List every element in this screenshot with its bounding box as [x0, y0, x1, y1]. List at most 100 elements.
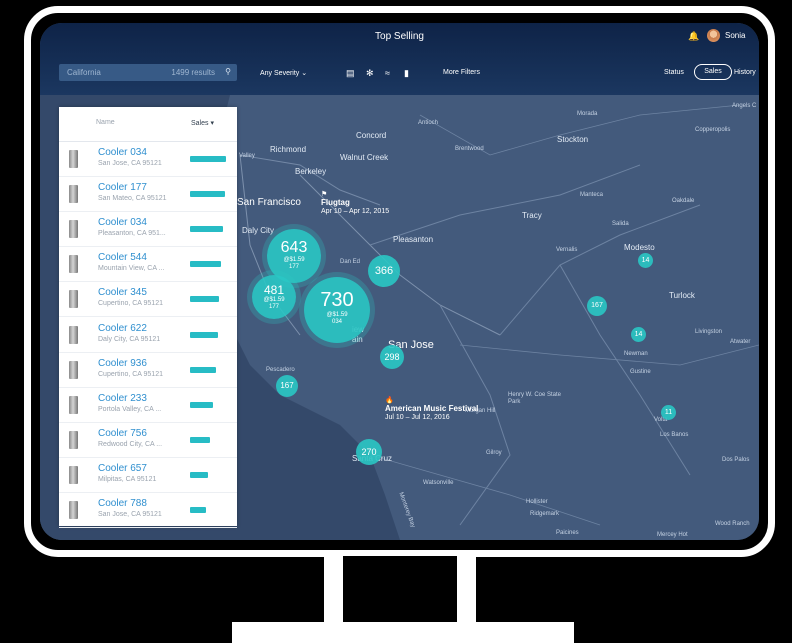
product-address: San Jose, CA 95121: [98, 160, 162, 167]
fan-icon[interactable]: ✻: [366, 68, 374, 79]
tab-history[interactable]: History: [734, 69, 756, 76]
list-item[interactable]: Cooler 345 Cupertino, CA 95121: [59, 281, 237, 318]
result-count: 1499 results: [171, 68, 215, 77]
tab-status[interactable]: Status: [664, 69, 684, 76]
search-input[interactable]: California 1499 results ⚲: [59, 64, 237, 81]
search-query: California: [67, 68, 101, 77]
map-pin[interactable]: 11: [661, 405, 676, 420]
cluster-price: @$1.59: [263, 297, 285, 303]
product-thumbnail: [69, 185, 78, 204]
map-pin[interactable]: 14: [638, 253, 653, 268]
search-icon[interactable]: ⚲: [225, 67, 231, 76]
severity-value: Any Severity: [260, 70, 300, 77]
column-name[interactable]: Name: [96, 119, 115, 126]
map-cluster[interactable]: 730 @$1.59 034: [304, 277, 370, 343]
cluster-id: 034: [331, 319, 342, 325]
monitor-frame: Top Selling 🔔 Sonia California 1499 resu…: [24, 6, 775, 557]
cluster-count: 730: [320, 289, 354, 311]
bell-icon[interactable]: 🔔: [688, 31, 699, 42]
list-item[interactable]: Cooler 544 Mountain View, CA ...: [59, 246, 237, 283]
product-name: Cooler 034: [98, 147, 147, 158]
product-address: Milpitas, CA 95121: [98, 475, 157, 483]
list-item[interactable]: Cooler 233 Portola Valley, CA ...: [59, 387, 237, 423]
product-thumbnail: [69, 360, 78, 379]
product-thumbnail: [69, 430, 78, 449]
list-item[interactable]: Cooler 177 San Mateo, CA 95121: [59, 176, 237, 213]
list-item[interactable]: Cooler 622 Daly City, CA 95121: [59, 317, 237, 353]
map-label: Tracy: [522, 211, 542, 220]
map-label: Copperopolis: [695, 127, 731, 133]
product-address: Redwood City, CA ...: [98, 440, 163, 448]
sales-bar: [190, 226, 224, 233]
map-label: Pleasanton: [393, 235, 434, 244]
tab-sales[interactable]: Sales: [694, 64, 732, 80]
map-pin[interactable]: 366: [368, 255, 400, 287]
list-item[interactable]: Cooler 034 Pleasanton, CA 951...: [59, 211, 237, 248]
column-sales[interactable]: Sales ▾: [191, 119, 214, 127]
monitor-stand-base: [232, 622, 574, 643]
user-name[interactable]: Sonia: [725, 31, 745, 40]
map-cluster[interactable]: 481 @$1.59 177: [252, 275, 296, 319]
event-marker-flugtag[interactable]: ⚑ Flugtag Apr 10 – Apr 12, 2015: [321, 191, 389, 216]
list-item[interactable]: Cooler 034 San Jose, CA 95121: [59, 141, 237, 177]
map-pin[interactable]: 167: [276, 375, 298, 397]
product-thumbnail: [69, 325, 78, 344]
event-title: American Music Festival: [385, 404, 479, 413]
cluster-count: 643: [280, 239, 308, 256]
map-label: Morada: [577, 111, 598, 117]
map-label: Brentwood: [455, 146, 484, 152]
wifi-icon[interactable]: ≈: [385, 68, 390, 78]
map-label: Gustine: [630, 369, 651, 375]
map-label: Antioch: [418, 120, 439, 126]
sales-bar: [190, 191, 225, 198]
map-label: Daly City: [242, 226, 275, 235]
severity-dropdown[interactable]: Any Severity ⌄: [260, 69, 307, 77]
list-item[interactable]: Cooler 756 Redwood City, CA ...: [59, 422, 237, 458]
product-thumbnail: [69, 395, 78, 414]
more-filters-button[interactable]: More Filters: [443, 69, 480, 76]
product-thumbnail: [69, 290, 78, 309]
product-address: San Jose, CA 95121: [98, 511, 162, 518]
product-thumbnail: [69, 255, 78, 274]
map-label: Gilroy: [486, 450, 502, 456]
map-label: San Francisco: [237, 197, 301, 208]
event-marker-music[interactable]: 🔥 American Music Festival Jul 10 – Jul 1…: [385, 397, 478, 422]
sales-bar: [190, 507, 207, 513]
sales-bar: [190, 331, 218, 338]
sales-bar: [190, 261, 221, 268]
sales-bar: [190, 366, 216, 373]
map-pin[interactable]: 270: [356, 439, 382, 465]
product-name: Cooler 657: [98, 462, 147, 474]
list-item[interactable]: Cooler 788 San Jose, CA 95121: [59, 492, 237, 528]
sales-bar: [190, 471, 208, 478]
event-title: Flugtag: [321, 198, 350, 207]
map-label: Oakdale: [672, 198, 695, 204]
top-bar: Top Selling 🔔 Sonia California 1499 resu…: [40, 23, 759, 95]
car-icon[interactable]: ▤: [346, 68, 355, 79]
cluster-price: @$1.59: [326, 312, 348, 318]
map-label: Hollister: [526, 499, 548, 505]
fire-icon: 🔥: [385, 397, 394, 404]
product-address: San Mateo, CA 95121: [98, 195, 167, 203]
flag-icon: ⚑: [321, 191, 328, 198]
battery-icon[interactable]: ▮: [404, 68, 409, 79]
map-label: Concord: [356, 131, 387, 140]
map-pin[interactable]: 14: [631, 327, 646, 342]
map-label: Wood Ranch: [715, 521, 750, 527]
list-item[interactable]: Cooler 936 Cupertino, CA 95121: [59, 352, 237, 388]
event-dates: Apr 10 – Apr 12, 2015: [321, 208, 390, 215]
map-label: Valley: [239, 153, 255, 159]
map-label: Atwater: [730, 339, 751, 345]
map-pin[interactable]: 298: [380, 345, 404, 369]
list-item[interactable]: Cooler 657 Milpitas, CA 95121: [59, 457, 237, 493]
map-label: Walnut Creek: [340, 153, 389, 162]
product-name: Cooler 622: [98, 322, 147, 334]
product-address: Daly City, CA 95121: [98, 335, 161, 343]
cluster-price: @$1.59: [283, 257, 305, 263]
map-label: Watsonville: [423, 480, 454, 486]
product-name: Cooler 345: [98, 287, 147, 299]
map-pin[interactable]: 167: [587, 296, 607, 316]
product-address: Pleasanton, CA 951...: [98, 230, 166, 238]
map-label: Livingston: [695, 329, 723, 335]
avatar[interactable]: [707, 29, 720, 42]
